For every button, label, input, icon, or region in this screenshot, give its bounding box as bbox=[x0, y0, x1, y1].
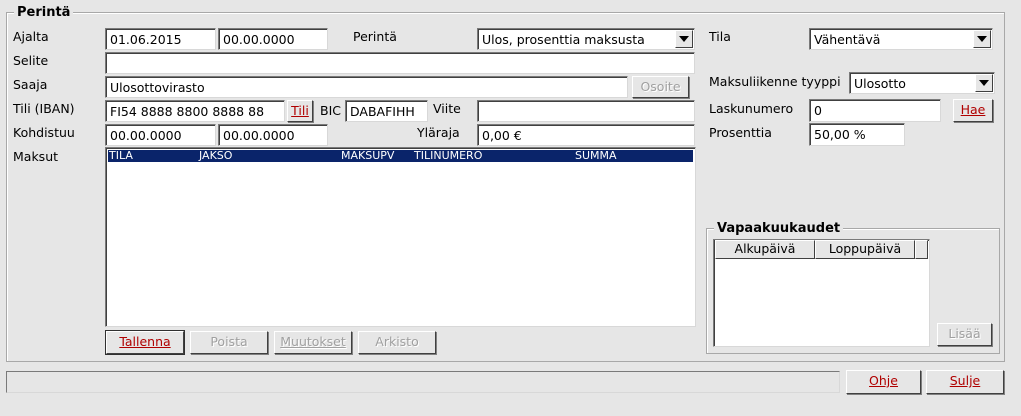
muutokset-button-label: Muutokset bbox=[280, 334, 346, 349]
bic-label: BIC bbox=[320, 103, 341, 118]
arkisto-button[interactable]: Arkisto bbox=[358, 331, 436, 354]
perinta-label: Perintä bbox=[353, 29, 397, 44]
saaja-label: Saaja bbox=[13, 77, 48, 92]
maksut-list-header[interactable]: TILA JAKSO MAKSUPV TILINUMERO SUMMA bbox=[108, 150, 693, 162]
perinta-select[interactable]: Ulos, prosenttia maksusta bbox=[477, 28, 695, 50]
lisaa-button[interactable]: Lisää bbox=[937, 323, 992, 346]
ohje-button-label: Ohje bbox=[869, 373, 898, 388]
tila-select-value: Vähentävä bbox=[814, 32, 881, 47]
laskunumero-label: Laskunumero bbox=[709, 101, 794, 116]
saaja-field[interactable]: Ulosottovirasto bbox=[105, 76, 628, 98]
maksut-col-summa: SUMMA bbox=[575, 149, 617, 162]
prosenttia-label: Prosenttia bbox=[709, 125, 772, 140]
prosenttia-field[interactable]: 50,00 % bbox=[809, 123, 905, 146]
tili-iban-field[interactable]: FI54 8888 8800 8888 88 bbox=[105, 100, 285, 122]
maksut-col-maksupv: MAKSUPV bbox=[341, 149, 395, 162]
maksuliikenne-select-value: Ulosotto bbox=[854, 76, 906, 91]
perinta-group-title: Perintä bbox=[14, 6, 74, 20]
tili-button-label: Tili bbox=[291, 103, 309, 118]
poista-button[interactable]: Poista bbox=[190, 331, 268, 354]
viite-label: Viite bbox=[433, 101, 461, 116]
sulje-button[interactable]: Sulje bbox=[926, 370, 1004, 394]
tallenna-button[interactable]: Tallenna bbox=[105, 330, 185, 355]
perinta-dropdown-arrow-icon[interactable] bbox=[675, 30, 693, 48]
osoite-button[interactable]: Osoite bbox=[632, 76, 689, 98]
selite-label: Selite bbox=[13, 53, 49, 68]
maksut-list[interactable]: TILA JAKSO MAKSUPV TILINUMERO SUMMA bbox=[105, 147, 696, 327]
sulje-button-label: Sulje bbox=[949, 373, 981, 388]
status-bar bbox=[6, 371, 840, 393]
kohdistuu-to-field[interactable]: 00.00.0000 bbox=[218, 124, 328, 146]
tallenna-button-label: Tallenna bbox=[119, 334, 171, 349]
maksut-label: Maksut bbox=[13, 149, 59, 164]
maksut-col-tila: TILA bbox=[109, 149, 133, 162]
ylaraja-field[interactable]: 0,00 € bbox=[477, 124, 695, 146]
tili-button[interactable]: Tili bbox=[287, 100, 313, 122]
selite-field[interactable] bbox=[105, 52, 695, 74]
kohdistuu-from-field[interactable]: 00.00.0000 bbox=[105, 124, 216, 146]
ajalta-label: Ajalta bbox=[13, 29, 49, 44]
tila-select[interactable]: Vähentävä bbox=[809, 28, 993, 50]
ajalta-to-field[interactable]: 00.00.0000 bbox=[218, 28, 328, 50]
maksut-col-tilinumero: TILINUMERO bbox=[414, 149, 483, 162]
tila-dropdown-arrow-icon[interactable] bbox=[973, 30, 991, 48]
maksut-col-jakso: JAKSO bbox=[199, 149, 233, 162]
vapaakuukaudet-col-filler bbox=[915, 240, 928, 259]
ylaraja-label: Yläraja bbox=[417, 125, 460, 140]
vapaakuukaudet-col-alkupaiva[interactable]: Alkupäivä bbox=[715, 240, 815, 259]
tili-iban-label: Tili (IBAN) bbox=[13, 101, 75, 116]
vapaakuukaudet-title: Vapaakuukaudet bbox=[714, 222, 844, 236]
ajalta-from-field[interactable]: 01.06.2015 bbox=[105, 28, 216, 50]
vapaakuukaudet-table[interactable]: Alkupäivä Loppupäivä bbox=[713, 239, 930, 347]
poista-button-label: Poista bbox=[210, 334, 248, 349]
arkisto-button-label: Arkisto bbox=[375, 334, 419, 349]
lisaa-button-label: Lisää bbox=[948, 326, 981, 341]
bic-field[interactable]: DABAFIHH bbox=[345, 100, 428, 122]
viite-field[interactable] bbox=[477, 100, 695, 122]
vapaakuukaudet-col-loppupaiva[interactable]: Loppupäivä bbox=[815, 240, 915, 259]
maksuliikenne-dropdown-arrow-icon[interactable] bbox=[975, 74, 993, 92]
hae-button-label: Hae bbox=[960, 102, 986, 117]
perinta-select-value: Ulos, prosenttia maksusta bbox=[482, 32, 645, 47]
muutokset-button[interactable]: Muutokset bbox=[274, 331, 352, 354]
hae-button[interactable]: Hae bbox=[953, 99, 993, 122]
maksuliikenne-tyyppi-label: Maksuliikenne tyyppi bbox=[709, 74, 841, 89]
tila-label: Tila bbox=[709, 29, 731, 44]
kohdistuu-label: Kohdistuu bbox=[13, 125, 75, 140]
ohje-button[interactable]: Ohje bbox=[846, 370, 921, 394]
maksuliikenne-select[interactable]: Ulosotto bbox=[849, 72, 995, 94]
laskunumero-field[interactable]: 0 bbox=[809, 99, 941, 122]
